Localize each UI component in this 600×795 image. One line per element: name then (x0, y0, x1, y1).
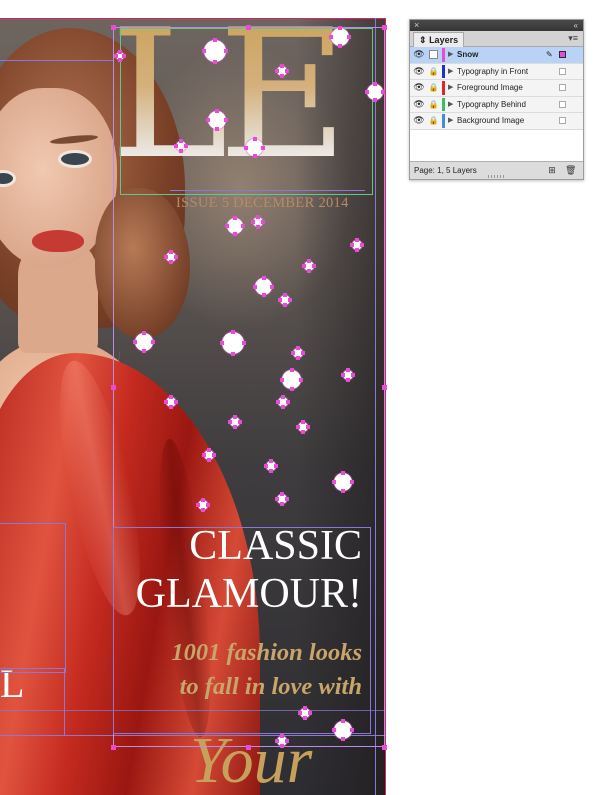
disclosure-triangle-icon[interactable]: ▶ (448, 66, 453, 77)
snowflake[interactable] (302, 259, 316, 273)
layer-color-swatch (442, 114, 445, 128)
selection-indicator[interactable] (559, 84, 566, 91)
snowflake[interactable] (228, 415, 242, 429)
layer-color-swatch (442, 48, 445, 62)
snowflake[interactable] (291, 346, 305, 360)
layer-name: Foreground Image (457, 83, 523, 92)
selection-indicator[interactable] (559, 51, 566, 58)
panel-titlebar[interactable]: × « (410, 20, 583, 31)
collapse-icon[interactable]: « (574, 20, 578, 31)
snowflake[interactable] (332, 471, 354, 493)
close-icon[interactable]: × (414, 20, 419, 31)
snowflake[interactable] (329, 26, 351, 48)
tab-label: Layers (429, 35, 459, 45)
snowflake[interactable] (133, 331, 155, 353)
layer-name: Snow (457, 50, 479, 59)
snowflake[interactable] (225, 216, 245, 236)
eye-icon[interactable]: 👁 (413, 115, 425, 126)
snowflake[interactable] (278, 293, 292, 307)
snowflake[interactable] (253, 276, 274, 297)
eye-icon[interactable]: 👁 (413, 99, 425, 110)
layer-row-typography-in-front[interactable]: 👁 🔒 ▶ Typography in Front (410, 63, 583, 80)
snowflake[interactable] (244, 137, 265, 158)
layer-color-swatch (442, 81, 445, 95)
snowflake[interactable] (280, 368, 303, 391)
disclosure-triangle-icon[interactable]: ▶ (448, 49, 453, 60)
layer-name: Typography Behind (457, 99, 526, 109)
eye-icon[interactable]: 👁 (413, 82, 425, 93)
snowflake[interactable] (206, 109, 228, 131)
snowflake[interactable] (114, 50, 126, 62)
snowflake[interactable] (164, 395, 178, 409)
snowflake[interactable] (202, 38, 228, 64)
snowflake[interactable] (296, 420, 310, 434)
layer-name: Typography in Front (457, 66, 529, 76)
new-layer-icon[interactable]: ⊞ (547, 165, 557, 175)
pen-icon: ✎ (546, 50, 553, 59)
disclosure-triangle-icon[interactable]: ▶ (448, 115, 453, 126)
disclosure-triangle-icon[interactable]: ▶ (448, 99, 453, 110)
snowflake[interactable] (174, 139, 188, 153)
panel-menu-icon[interactable]: ▾≡ (568, 33, 578, 44)
tab-layers[interactable]: ⇕ Layers (413, 32, 465, 47)
lock-toggle[interactable] (429, 50, 438, 59)
tab-arrows-icon: ⇕ (419, 35, 427, 45)
layer-color-swatch (442, 97, 445, 111)
snowflake[interactable] (276, 395, 290, 409)
layer-name: Background Image (457, 116, 525, 125)
eye-icon[interactable]: 👁 (413, 49, 425, 60)
lock-icon[interactable]: 🔒 (428, 66, 439, 77)
panel-tabbar: ⇕ Layers ▾≡ (410, 31, 583, 47)
eye-icon[interactable]: 👁 (413, 66, 425, 77)
snowflake[interactable] (298, 706, 312, 720)
snowflake[interactable] (251, 215, 265, 229)
snowflake[interactable] (220, 330, 246, 356)
layer-row-typography-behind[interactable]: 👁 🔒 ▶ Typography Behind (410, 96, 583, 113)
snowflake[interactable] (275, 492, 289, 506)
lock-icon[interactable]: 🔒 (428, 82, 439, 93)
selection-indicator[interactable] (559, 100, 566, 108)
snowflake[interactable] (275, 64, 289, 78)
trash-icon[interactable]: 🗑 (565, 165, 576, 175)
disclosure-triangle-icon[interactable]: ▶ (448, 82, 453, 93)
layer-status-text: Page: 1, 5 Layers (414, 166, 477, 175)
layers-panel: × « ⇕ Layers ▾≡ 👁 ▶ Snow ✎ 👁 🔒 ▶ Typogra… (409, 19, 584, 180)
lock-icon[interactable]: 🔒 (428, 99, 439, 110)
panel-footer: Page: 1, 5 Layers ⊞ 🗑 (410, 161, 583, 179)
snowflake[interactable] (341, 368, 355, 382)
layer-color-swatch (442, 64, 445, 78)
snowflake[interactable] (365, 82, 385, 102)
resize-grip[interactable] (488, 175, 506, 178)
selection-indicator[interactable] (559, 117, 566, 124)
snowflake[interactable] (264, 459, 278, 473)
layer-row-snow[interactable]: 👁 ▶ Snow ✎ (410, 47, 583, 64)
layer-row-foreground-image[interactable]: 👁 🔒 ▶ Foreground Image (410, 80, 583, 97)
snowflake[interactable] (275, 734, 289, 748)
selection-indicator[interactable] (559, 67, 566, 75)
snowflake[interactable] (202, 448, 216, 462)
snowflake[interactable] (332, 719, 354, 741)
snowflake[interactable] (164, 250, 178, 264)
layer-list: 👁 ▶ Snow ✎ 👁 🔒 ▶ Typography in Front 👁 🔒… (410, 47, 583, 165)
snowflake[interactable] (350, 238, 364, 252)
snowflake[interactable] (196, 498, 210, 512)
layer-row-background-image[interactable]: 👁 🔒 ▶ Background Image (410, 113, 583, 130)
lock-icon[interactable]: 🔒 (428, 115, 439, 126)
